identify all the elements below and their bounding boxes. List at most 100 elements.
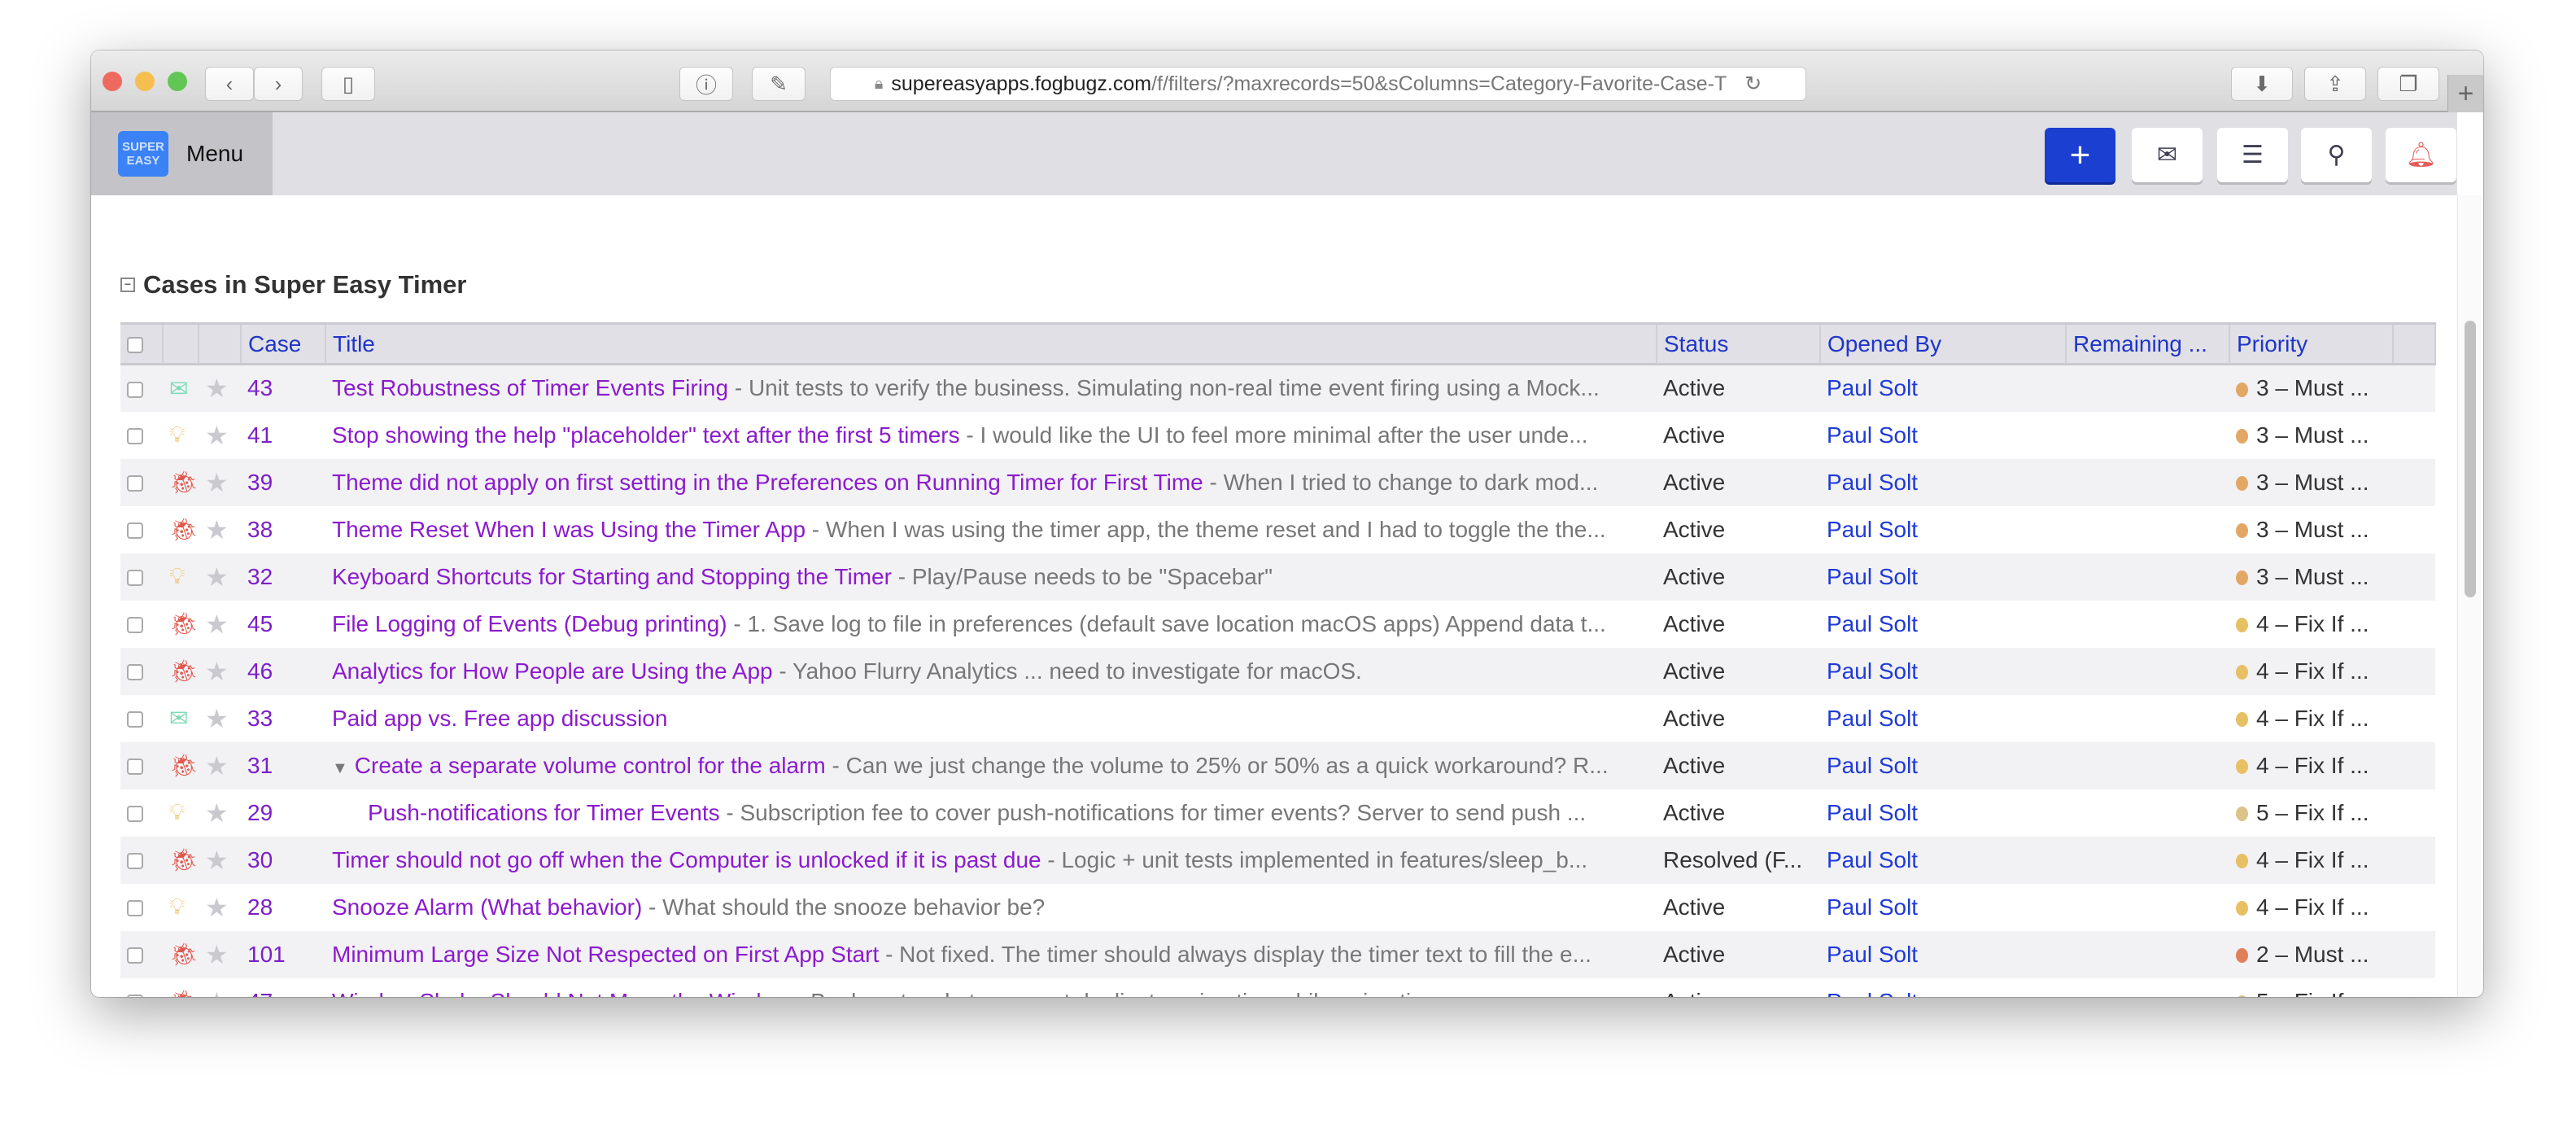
share-button[interactable]: ⇪	[2304, 67, 2366, 101]
case-title-link[interactable]: Keyboard Shortcuts for Starting and Stop…	[332, 564, 892, 589]
table-row[interactable]: 🐞︎ ★ 31 ▼ Create a separate volume control f…	[120, 741, 2435, 789]
case-title-link[interactable]: Snooze Alarm (What behavior)	[332, 894, 642, 920]
table-row[interactable]: 💡︎ ★ 29 Push-notifications for Timer Events…	[120, 789, 2435, 837]
address-bar[interactable]: 🔒︎ supereasyapps.fogbugz.com/f/filters/?…	[830, 67, 1806, 101]
star-icon[interactable]: ★	[205, 610, 229, 639]
table-row[interactable]: 🐞︎ ★ 39 Theme did not apply on first settin…	[120, 458, 2435, 506]
collapse-icon[interactable]: −	[120, 278, 135, 292]
case-title-link[interactable]: Minimum Large Size Not Respected on Firs…	[332, 942, 879, 967]
row-checkbox[interactable]	[120, 553, 163, 601]
case-number-link[interactable]: 33	[247, 706, 273, 731]
star-icon[interactable]: ★	[205, 657, 229, 686]
table-row[interactable]: 🐞︎ ★ 101 Minimum Large Size Not Respected o…	[120, 930, 2435, 978]
column-priority[interactable]: Priority	[2229, 322, 2394, 365]
star-icon[interactable]: ★	[205, 846, 229, 875]
row-checkbox[interactable]	[120, 789, 163, 837]
row-checkbox[interactable]	[120, 884, 163, 931]
case-number-link[interactable]: 45	[247, 611, 273, 636]
case-title-link[interactable]: Analytics for How People are Using the A…	[332, 658, 773, 684]
case-title-link[interactable]: Theme did not apply on first setting in …	[332, 470, 1203, 495]
case-number-link[interactable]: 46	[247, 658, 273, 684]
zoom-window-button[interactable]	[168, 72, 187, 91]
star-icon[interactable]: ★	[205, 893, 229, 922]
star-icon[interactable]: ★	[205, 562, 229, 592]
opened-by-link[interactable]: Paul Solt	[1827, 706, 1918, 731]
table-row[interactable]: 🐞︎ ★ 46 Analytics for How People are Using …	[120, 647, 2435, 695]
table-row[interactable]: 🐞︎ ★ 47 Window Shake Should Not Move the Wi…	[120, 978, 2435, 998]
star-icon[interactable]: ★	[205, 374, 229, 403]
row-checkbox[interactable]	[120, 836, 163, 884]
evernote-button[interactable]: ✎	[752, 67, 806, 101]
table-row[interactable]: 🐞︎ ★ 30 Timer should not go off when the Co…	[120, 836, 2435, 884]
opened-by-link[interactable]: Paul Solt	[1827, 470, 1918, 495]
table-row[interactable]: 💡︎ ★ 41 Stop showing the help "placeholder"…	[120, 412, 2435, 459]
star-icon[interactable]: ★	[205, 468, 229, 497]
column-favorite[interactable]	[199, 322, 242, 365]
case-number-link[interactable]: 101	[247, 942, 286, 967]
case-title-link[interactable]: Paid app vs. Free app discussion	[332, 706, 667, 731]
row-checkbox[interactable]	[120, 506, 163, 553]
star-icon[interactable]: ★	[205, 421, 229, 450]
opened-by-link[interactable]: Paul Solt	[1827, 422, 1918, 448]
table-row[interactable]: 💡︎ ★ 32 Keyboard Shortcuts for Starting and…	[120, 553, 2435, 601]
opened-by-link[interactable]: Paul Solt	[1827, 800, 1918, 825]
case-number-link[interactable]: 30	[247, 847, 273, 872]
case-title-link[interactable]: Stop showing the help "placeholder" text…	[332, 422, 960, 448]
case-number-link[interactable]: 32	[247, 564, 273, 589]
case-number-link[interactable]: 39	[247, 470, 273, 495]
new-tab-button[interactable]: +	[2447, 75, 2483, 112]
case-number-link[interactable]: 43	[247, 375, 273, 400]
star-icon[interactable]: ★	[205, 515, 229, 544]
table-row[interactable]: 🐞︎ ★ 45 File Logging of Events (Debug print…	[120, 601, 2435, 648]
row-checkbox[interactable]	[120, 647, 163, 695]
privacy-button[interactable]: ⓘ	[679, 67, 733, 101]
minimize-window-button[interactable]	[135, 72, 155, 91]
new-case-button[interactable]: +	[2045, 128, 2115, 182]
notifications-button[interactable]: 🔔︎	[2386, 128, 2456, 182]
case-number-link[interactable]: 38	[247, 517, 273, 542]
case-title-link[interactable]: Window Shake Should Not Move the Window	[332, 989, 790, 998]
column-case[interactable]: Case	[241, 322, 326, 365]
column-opened-by[interactable]: Opened By	[1820, 322, 2067, 365]
table-row[interactable]: ✉ ★ 33 Paid app vs. Free app discussion Acti…	[120, 695, 2435, 742]
row-checkbox[interactable]	[120, 364, 163, 412]
opened-by-link[interactable]: Paul Solt	[1827, 989, 1918, 998]
case-title-link[interactable]: Timer should not go off when the Compute…	[332, 847, 1041, 872]
column-remaining[interactable]: Remaining ...	[2066, 322, 2230, 365]
row-checkbox[interactable]	[120, 978, 163, 997]
case-title-link[interactable]: Theme Reset When I was Using the Timer A…	[332, 517, 806, 542]
opened-by-link[interactable]: Paul Solt	[1827, 375, 1918, 400]
star-icon[interactable]: ★	[205, 798, 229, 828]
table-row[interactable]: 💡︎ ★ 28 Snooze Alarm (What behavior) - What…	[120, 884, 2435, 931]
star-icon[interactable]: ★	[205, 751, 229, 780]
table-row[interactable]: 🐞︎ ★ 38 Theme Reset When I was Using the Ti…	[120, 506, 2435, 553]
downloads-button[interactable]: ⬇	[2231, 67, 2293, 101]
star-icon[interactable]: ★	[205, 987, 229, 998]
opened-by-link[interactable]: Paul Solt	[1827, 942, 1918, 967]
back-button[interactable]: ‹	[205, 67, 254, 101]
row-checkbox[interactable]	[120, 458, 163, 506]
forward-button[interactable]: ›	[254, 67, 303, 101]
case-number-link[interactable]: 41	[247, 422, 273, 448]
row-checkbox[interactable]	[120, 695, 163, 742]
opened-by-link[interactable]: Paul Solt	[1827, 564, 1918, 589]
column-title[interactable]: Title	[325, 322, 1657, 365]
row-checkbox[interactable]	[120, 412, 163, 459]
case-title-link[interactable]: Create a separate volume control for the…	[355, 753, 826, 778]
table-row[interactable]: ✉ ★ 43 Test Robustness of Timer Events Firi…	[120, 364, 2435, 412]
scrollbar-thumb[interactable]	[2465, 321, 2476, 597]
row-checkbox[interactable]	[120, 741, 163, 789]
row-checkbox[interactable]	[120, 930, 163, 978]
disclosure-triangle-icon[interactable]: ▼	[332, 759, 348, 777]
menu-button[interactable]: SUPER EASY Menu	[91, 112, 273, 195]
column-status[interactable]: Status	[1657, 322, 1821, 365]
case-title-link[interactable]: Test Robustness of Timer Events Firing	[332, 375, 728, 400]
row-checkbox[interactable]	[120, 601, 163, 648]
case-number-link[interactable]: 29	[247, 800, 273, 825]
opened-by-link[interactable]: Paul Solt	[1827, 658, 1918, 684]
search-button[interactable]: ⚲	[2301, 128, 2372, 182]
case-number-link[interactable]: 28	[247, 894, 273, 920]
inbox-button[interactable]: ✉	[2132, 128, 2203, 182]
case-title-link[interactable]: File Logging of Events (Debug printing)	[332, 611, 727, 636]
case-title-link[interactable]: Push-notifications for Timer Events	[368, 800, 720, 825]
